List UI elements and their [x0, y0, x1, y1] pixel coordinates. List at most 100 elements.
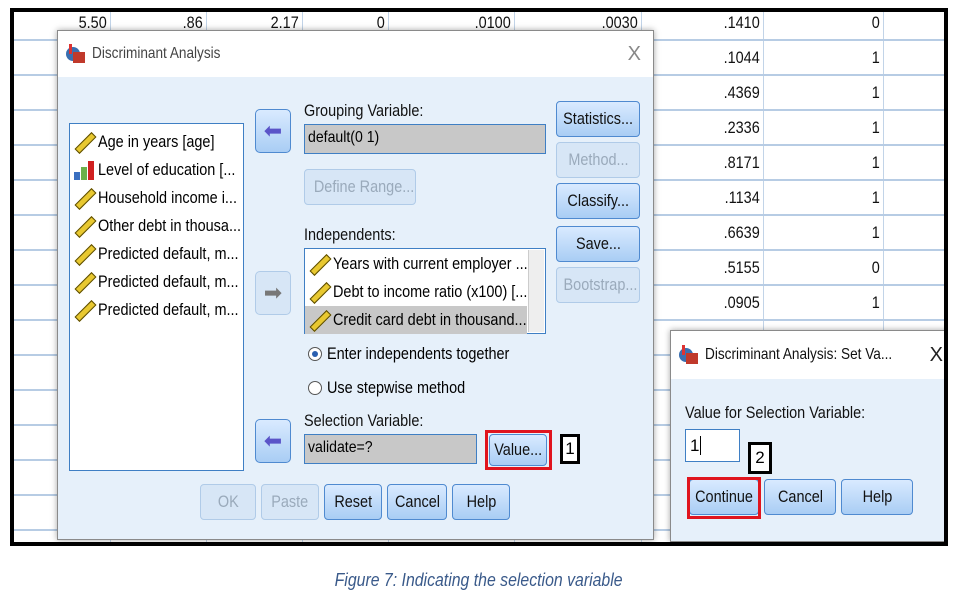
value-button-highlight: [485, 430, 552, 470]
set-value-dialog: Discriminant Analysis: Set Va... X Value…: [670, 330, 944, 542]
help-button[interactable]: Help: [841, 479, 913, 515]
figure-caption: Figure 7: Indicating the selection varia…: [334, 570, 623, 590]
grouping-variable-field[interactable]: default(0 1): [304, 124, 546, 154]
spss-app-icon: [66, 44, 86, 64]
independent-label: Credit card debt in thousand...: [333, 310, 527, 329]
grid-cell[interactable]: .1410: [660, 12, 764, 41]
selection-value-input[interactable]: 1: [685, 429, 740, 462]
variable-list-item[interactable]: Age in years [age]: [70, 128, 243, 156]
independent-list-item[interactable]: Credit card debt in thousand...: [305, 306, 527, 334]
independents-label: Independents:: [304, 225, 396, 244]
radio-unselected-icon: [308, 381, 322, 395]
variable-list-item[interactable]: Household income i...: [70, 184, 243, 212]
scale-ruler-icon: [74, 272, 94, 292]
help-button[interactable]: Help: [452, 484, 510, 520]
scale-ruler-icon: [74, 216, 94, 236]
grid-cell[interactable]: .6639: [660, 216, 764, 251]
grid-cell[interactable]: .2336: [660, 111, 764, 146]
selection-value-label: Value for Selection Variable:: [685, 403, 866, 422]
title-bar[interactable]: Discriminant Analysis X: [58, 31, 653, 77]
grid-cell[interactable]: .1044: [660, 41, 764, 76]
independent-list-item[interactable]: Years with current employer ...: [305, 250, 528, 278]
grid-cell[interactable]: .0905: [660, 286, 764, 321]
independent-label: Debt to income ratio (x100) [...: [333, 282, 528, 301]
save-button[interactable]: Save...: [556, 226, 640, 262]
scale-ruler-icon: [74, 300, 94, 320]
enter-together-radio[interactable]: Enter independents together: [308, 344, 542, 364]
variable-label: Predicted default, m...: [98, 272, 239, 291]
screenshot-frame: 5.50.86 2.17 0.0100.0030.1410 0.1044 1.4369 1…: [10, 8, 948, 546]
close-icon[interactable]: X: [930, 344, 943, 367]
radio-selected-icon: [308, 347, 322, 361]
move-independents-arrow-button[interactable]: ➡: [255, 271, 291, 315]
bootstrap-button[interactable]: Bootstrap...: [556, 267, 640, 303]
source-variable-list[interactable]: Age in years [age] Level of education [..…: [69, 123, 244, 471]
selection-variable-field[interactable]: validate=?: [304, 434, 477, 464]
grid-cell[interactable]: 1: [782, 111, 884, 146]
variable-label: Predicted default, m...: [98, 244, 239, 263]
cancel-button[interactable]: Cancel: [387, 484, 447, 520]
statistics-button[interactable]: Statistics...: [556, 101, 640, 137]
variable-label: Level of education [...: [98, 160, 236, 179]
move-grouping-arrow-button[interactable]: ⬅: [255, 109, 291, 153]
grid-cell[interactable]: [894, 216, 944, 251]
variable-label: Household income i...: [98, 188, 237, 207]
grid-cell[interactable]: 1: [782, 181, 884, 216]
cancel-button[interactable]: Cancel: [764, 479, 836, 515]
grid-cell[interactable]: 1: [782, 216, 884, 251]
grouping-variable-label: Grouping Variable:: [304, 101, 424, 120]
ok-button[interactable]: OK: [200, 484, 256, 520]
variable-label: Age in years [age]: [98, 132, 215, 151]
grid-cell[interactable]: .4369: [660, 76, 764, 111]
reset-button[interactable]: Reset: [324, 484, 382, 520]
grid-cell[interactable]: 1: [782, 286, 884, 321]
grid-cell[interactable]: [894, 41, 944, 76]
set-value-title-bar[interactable]: Discriminant Analysis: Set Va... X: [671, 331, 944, 379]
dialog-title: Discriminant Analysis: [92, 45, 221, 62]
independent-label: Years with current employer ...: [333, 254, 528, 273]
method-button[interactable]: Method...: [556, 142, 640, 178]
variable-list-item[interactable]: Other debt in thousa...: [70, 212, 243, 240]
independents-scrollbar[interactable]: [528, 250, 544, 332]
stepwise-radio[interactable]: Use stepwise method: [308, 378, 490, 398]
grid-cell[interactable]: .5155: [660, 251, 764, 286]
grid-cell[interactable]: 1: [782, 41, 884, 76]
grid-cell[interactable]: .8171: [660, 146, 764, 181]
variable-list-item[interactable]: Predicted default, m...: [70, 296, 243, 324]
grid-cell[interactable]: 1: [782, 146, 884, 181]
grid-cell[interactable]: [894, 251, 944, 286]
discriminant-analysis-dialog: Discriminant Analysis X Age in years [ag…: [57, 30, 654, 540]
scale-ruler-icon: [74, 132, 94, 152]
grid-cell[interactable]: 0: [782, 251, 884, 286]
set-value-dialog-title: Discriminant Analysis: Set Va...: [705, 346, 893, 363]
grid-cell[interactable]: [894, 181, 944, 216]
step-1-label: 1: [560, 434, 580, 464]
grid-cell[interactable]: [894, 111, 944, 146]
variable-list-item[interactable]: Predicted default, m...: [70, 240, 243, 268]
grid-cell[interactable]: [894, 146, 944, 181]
variable-list-item[interactable]: Level of education [...: [70, 156, 243, 184]
grid-cell[interactable]: [894, 286, 944, 321]
variable-label: Other debt in thousa...: [98, 216, 241, 235]
grid-cell[interactable]: 1: [782, 76, 884, 111]
variable-list-item[interactable]: Predicted default, m...: [70, 268, 243, 296]
grid-cell[interactable]: 0: [782, 12, 884, 41]
continue-button-highlight: [687, 477, 761, 519]
define-range-button[interactable]: Define Range...: [304, 169, 416, 205]
scale-ruler-icon: [309, 310, 329, 330]
selection-variable-label: Selection Variable:: [304, 411, 424, 430]
move-selection-arrow-button[interactable]: ⬅: [255, 419, 291, 463]
classify-button[interactable]: Classify...: [556, 183, 640, 219]
close-icon[interactable]: X: [628, 43, 641, 66]
variable-label: Predicted default, m...: [98, 300, 239, 319]
ordinal-bars-icon: [74, 160, 94, 180]
independent-list-item[interactable]: Debt to income ratio (x100) [...: [305, 278, 527, 306]
paste-button[interactable]: Paste: [261, 484, 319, 520]
independents-list[interactable]: Years with current employer ... Debt to i…: [304, 248, 546, 334]
grid-cell[interactable]: [894, 12, 944, 41]
scale-ruler-icon: [74, 188, 94, 208]
scale-ruler-icon: [309, 254, 329, 274]
step-2-label: 2: [748, 442, 772, 474]
grid-cell[interactable]: .1134: [660, 181, 764, 216]
grid-cell[interactable]: [894, 76, 944, 111]
